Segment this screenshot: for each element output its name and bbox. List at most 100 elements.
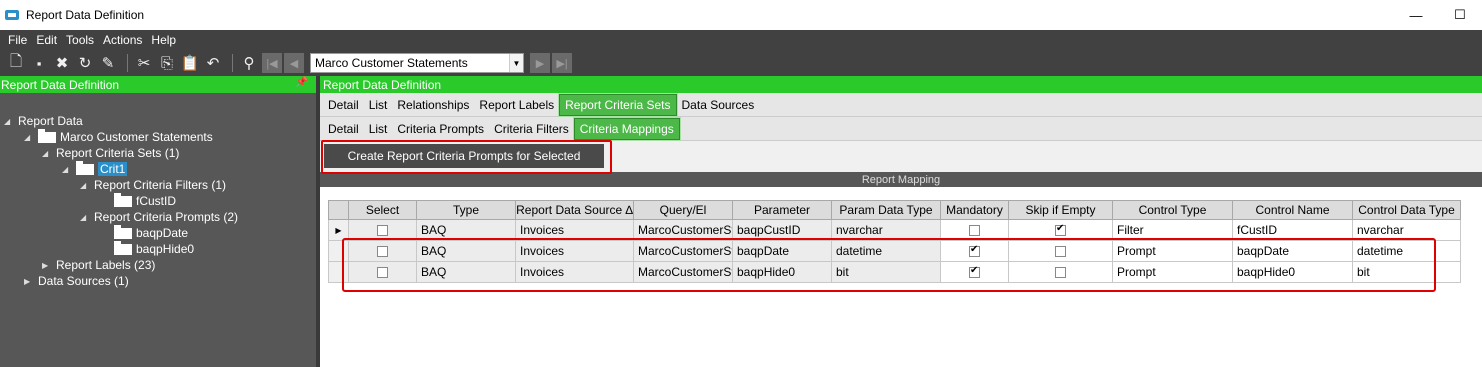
skip-checkbox[interactable] [1055,223,1066,237]
row-indicator-header [328,200,349,220]
tree-node[interactable]: baqpDate [100,224,189,241]
tree-node-label: Marco Customer Statements [60,130,213,144]
tree-node[interactable]: ▶ Report Labels (23) [42,257,155,273]
tree-node[interactable]: ◢ Report Criteria Filters (1) [80,177,226,193]
column-header[interactable]: Report Data Source ∆ [515,200,634,220]
pin-icon[interactable]: 📌 [296,77,308,88]
action-area: Create Report Criteria Prompts for Selec… [320,140,1482,174]
subtab-criteria-prompts[interactable]: Criteria Prompts [392,118,489,140]
column-header[interactable]: Skip if Empty [1008,200,1113,220]
expand-icon[interactable]: ▶ [42,261,52,270]
tab-report-criteria-sets[interactable]: Report Criteria Sets [558,93,678,117]
column-header[interactable]: Query/El [633,200,733,220]
tree-node[interactable]: fCustID [100,192,177,209]
collapse-icon[interactable]: ◢ [80,181,90,190]
new-icon[interactable]: 🗋 [6,52,26,74]
tab-report-labels[interactable]: Report Labels [474,94,559,116]
main-tabs: Detail List Relationships Report Labels Repo… [320,93,1482,117]
select-checkbox[interactable] [377,225,388,237]
folder-icon [76,160,94,175]
chevron-down-icon[interactable]: ▼ [509,54,523,72]
tree-panel-title: Report Data Definition [1,77,120,92]
tree-node-label: Crit1 [98,162,128,176]
tab-data-sources[interactable]: Data Sources [677,94,760,116]
folder-icon [114,224,132,239]
tree-node-label: baqpHide0 [136,242,195,256]
search-icon[interactable]: ⚲ [239,52,259,74]
toolbar-separator [232,54,233,72]
column-header[interactable]: Control Name [1232,200,1353,220]
title-bar: Report Data Definition — ☐ [0,0,1482,30]
menu-file[interactable]: File [8,33,27,47]
column-header[interactable]: Type [416,200,516,220]
subtab-list[interactable]: List [364,118,393,140]
menu-tools[interactable]: Tools [66,33,94,47]
tab-detail[interactable]: Detail [323,94,364,116]
subtab-criteria-mappings[interactable]: Criteria Mappings [572,117,681,141]
tree-node[interactable]: ◢ Marco Customer Statements [24,128,213,145]
subtab-detail[interactable]: Detail [323,118,364,140]
paste-icon[interactable]: 📋 [180,52,200,74]
tab-relationships[interactable]: Relationships [392,94,474,116]
menu-bar: File Edit Tools Actions Help [0,30,1482,50]
undo-icon[interactable]: ↶ [203,52,223,74]
highlight-box [342,238,1436,292]
column-header[interactable]: Mandatory [940,200,1009,220]
tree-node-label: Report Criteria Filters (1) [94,178,227,192]
copy-icon[interactable]: ⎘ [157,52,177,74]
window-title: Report Data Definition [26,8,145,22]
collapse-icon[interactable]: ◢ [62,165,72,174]
tree-node[interactable]: baqpHide0 [100,240,195,257]
toolbar-separator [127,54,128,72]
grid-title: Report Mapping [320,172,1482,187]
collapse-icon[interactable]: ◢ [42,149,52,158]
expand-icon[interactable]: ▶ [24,277,34,286]
tree-node-label: baqpDate [136,226,189,240]
tree-node[interactable]: ◢ Report Data [4,113,83,129]
folder-icon [114,192,132,207]
column-header[interactable]: Control Data Type [1352,200,1461,220]
tree-node-label: Report Labels (23) [56,258,156,272]
folder-icon [114,240,132,255]
save-icon[interactable]: ▪ [29,52,49,74]
maximize-button[interactable]: ☐ [1438,0,1482,30]
clear-icon[interactable]: ✎ [98,52,118,74]
tree-node[interactable]: ◢ Crit1 [62,160,128,177]
toolbar: 🗋 ▪ ✖ ↻ ✎ ✂ ⎘ 📋 ↶ ⚲ |◀ ◀ Marco Customer … [0,50,1482,76]
tree-node[interactable]: ▶ Data Sources (1) [24,273,129,289]
collapse-icon[interactable]: ◢ [24,133,34,142]
tree-node[interactable]: ◢ Report Criteria Prompts (2) [80,209,238,225]
tree-node-label: Report Criteria Prompts (2) [94,210,239,224]
column-header[interactable]: Parameter [732,200,832,220]
tree-node-label: Report Criteria Sets (1) [56,146,180,160]
tree-panel-header: Report Data Definition 📌 [0,76,316,93]
mandatory-checkbox[interactable] [969,225,980,237]
subtab-criteria-filters[interactable]: Criteria Filters [489,118,574,140]
record-selector-value: Marco Customer Statements [315,56,468,70]
menu-edit[interactable]: Edit [36,33,57,47]
record-selector[interactable]: Marco Customer Statements ▼ [310,53,524,73]
next-record-icon[interactable]: ▶ [530,53,550,73]
sub-tabs: Detail List Criteria Prompts Criteria Filte… [320,117,1482,141]
app-icon [5,10,19,20]
last-record-icon[interactable]: ▶| [552,53,572,73]
tree-node-label: fCustID [136,194,177,208]
tab-list[interactable]: List [364,94,393,116]
tree-node[interactable]: ◢ Report Criteria Sets (1) [42,145,179,161]
menu-help[interactable]: Help [151,33,176,47]
first-record-icon[interactable]: |◀ [262,53,282,73]
delete-icon[interactable]: ✖ [52,52,72,74]
column-header[interactable]: Control Type [1112,200,1233,220]
column-header[interactable]: Select [348,200,417,220]
folder-icon [38,128,56,143]
collapse-icon[interactable]: ◢ [80,213,90,222]
tree-node-label: Report Data [18,114,83,128]
minimize-button[interactable]: — [1394,0,1438,30]
column-header[interactable]: Param Data Type [831,200,941,220]
collapse-icon[interactable]: ◢ [4,117,14,126]
cut-icon[interactable]: ✂ [134,52,154,74]
previous-record-icon[interactable]: ◀ [284,53,304,73]
menu-actions[interactable]: Actions [103,33,142,47]
highlight-box [321,140,612,174]
refresh-icon[interactable]: ↻ [75,52,95,74]
